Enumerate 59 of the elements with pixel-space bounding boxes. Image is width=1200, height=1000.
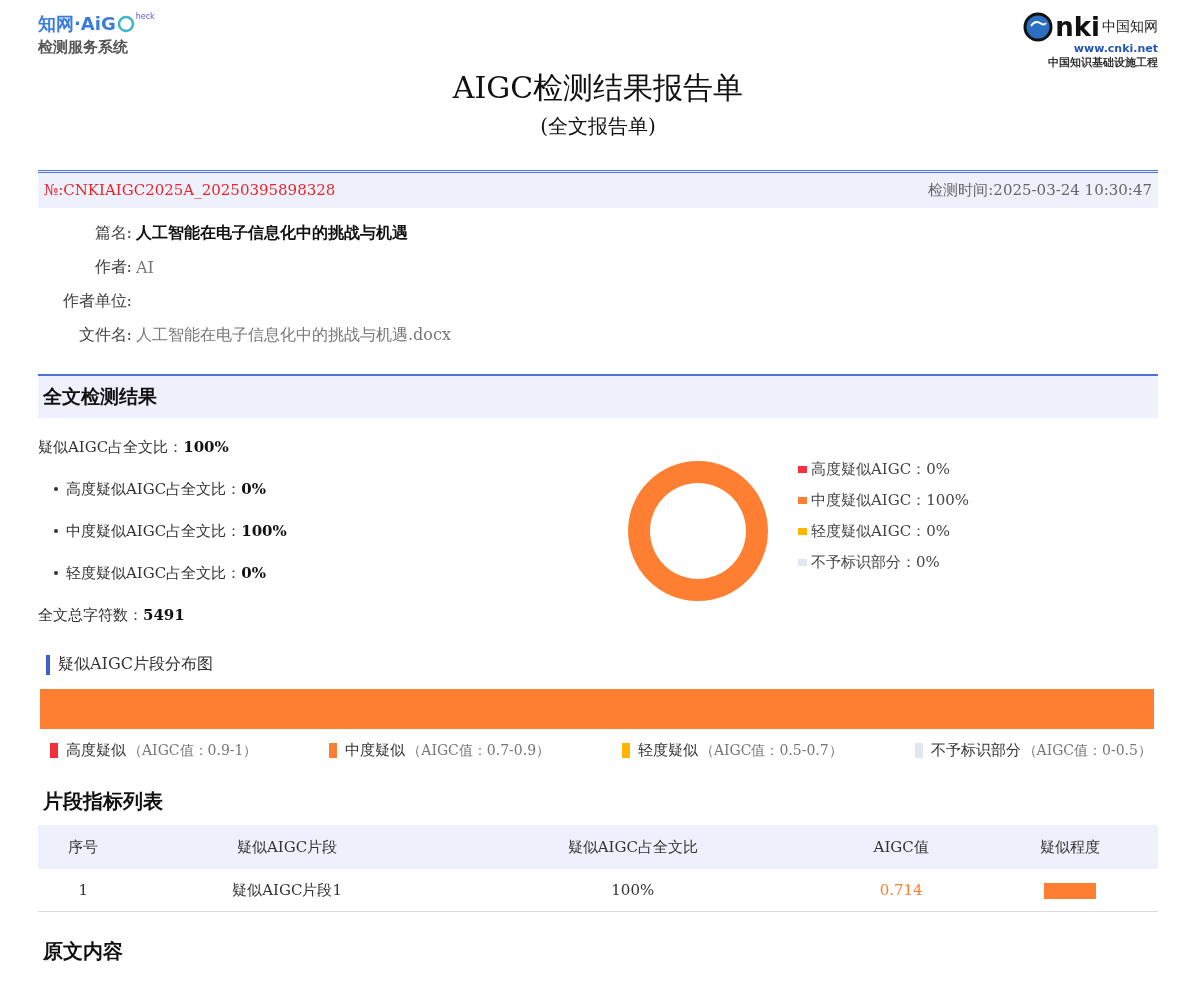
legend-label: 高度疑似 (66, 741, 126, 760)
bullet-icon (54, 571, 58, 575)
report-number: №:CNKIAIGC2025A_20250395898328 (44, 181, 336, 200)
legend-label: 不予标识部分：0% (811, 553, 940, 572)
column-header: AIGC值 (820, 825, 983, 869)
logo-brand-text: 知网·AiG (38, 12, 116, 36)
stat-label: 疑似AIGC占全文比： (38, 437, 184, 457)
table-cell: 0.714 (820, 869, 983, 912)
legend-label: 不予标识部分 (930, 741, 1021, 760)
column-header: 疑似AIGC占全文比 (445, 825, 821, 869)
distribution-title: 疑似AIGC片段分布图 (58, 654, 213, 675)
table-cell: 1 (38, 869, 129, 912)
column-header: 序号 (38, 825, 129, 869)
logo-url: www.cnki.net (1073, 42, 1158, 55)
legend-range: （AIGC值：0-0.5） (1022, 741, 1152, 760)
table-cell: 疑似AIGC片段1 (128, 869, 446, 912)
field-value: 人工智能在电子信息化中的挑战与机遇.docx (136, 324, 451, 346)
legend-label: 轻度疑似 (637, 741, 698, 760)
bullet-icon (54, 487, 58, 491)
field-value: AI (136, 257, 154, 277)
stat-label: 轻度疑似AIGC占全文比： (66, 563, 242, 583)
legend-range: （AIGC值：0.5-0.7） (699, 741, 843, 760)
section-title: 原文内容 (43, 938, 124, 965)
field-label: 篇名: (93, 222, 132, 244)
stat-label: 全文总字符数： (38, 605, 143, 625)
section-title: 片段指标列表 (43, 788, 164, 815)
logo-subtitle: 检测服务系统 (38, 38, 129, 57)
legend-range: （AIGC值：0.7-0.9） (407, 741, 551, 760)
report-time: 检测时间:2025-03-24 10:30:47 (928, 181, 1152, 200)
report-title: AIGC检测结果报告单 (452, 69, 744, 107)
logo-tagline: 中国知识基础设施工程 (1048, 55, 1158, 70)
globe-icon (1023, 12, 1054, 42)
stat-value: 0% (241, 564, 266, 582)
stat-value: 0% (241, 480, 266, 498)
stat-value: 5491 (143, 606, 185, 624)
ring-icon (116, 15, 135, 33)
field-value: 人工智能在电子信息化中的挑战与机遇 (136, 222, 408, 244)
bullet-icon (54, 529, 58, 533)
field-label: 作者单位: (61, 290, 132, 312)
field-label: 作者: (93, 256, 132, 278)
column-header: 疑似程度 (982, 825, 1158, 869)
logo-name: 中国知网 (1102, 18, 1158, 36)
stat-value: 100% (241, 522, 287, 540)
legend-range: （AIGC值：0.9-1） (128, 741, 258, 760)
logo-check-text: heck (135, 12, 155, 21)
logo-mark-text: nki (1055, 14, 1100, 40)
field-label: 文件名: (77, 324, 132, 346)
legend-label: 高度疑似AIGC：0% (811, 460, 950, 479)
legend-label: 中度疑似 (345, 741, 406, 760)
table-cell: 100% (445, 869, 821, 912)
report-subtitle: (全文报告单) (539, 113, 657, 140)
heading-marker (46, 654, 50, 675)
legend-label: 轻度疑似AIGC：0% (811, 522, 950, 541)
stat-label: 高度疑似AIGC占全文比： (66, 479, 242, 499)
column-header: 疑似AIGC片段 (128, 825, 446, 869)
stat-label: 中度疑似AIGC占全文比： (66, 521, 242, 541)
stat-value: 100% (183, 438, 229, 456)
section-title: 全文检测结果 (43, 385, 157, 407)
legend-label: 中度疑似AIGC：100% (811, 491, 970, 510)
